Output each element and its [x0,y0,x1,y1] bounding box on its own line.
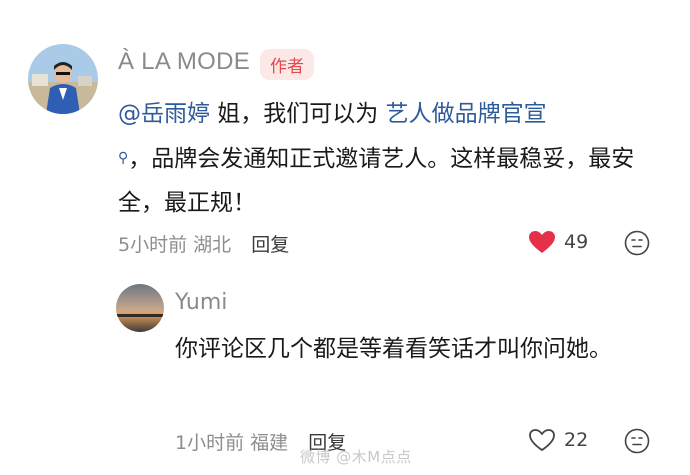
reply-text: 你评论区几个都是等着看笑话才叫你问她。 [175,336,612,362]
comment-text: @岳雨婷 姐，我们可以为 艺人做品牌官宣 ⚲，品牌会发通知正式邀请艺人。这样最稳妥… [118,92,658,225]
topic-link[interactable]: 艺人做品牌官宣 [386,101,547,127]
watermark: 微博 @木M点点 [300,448,412,466]
comment-text-part: ，品牌会发通知正式邀请艺人。这样最稳妥，最安全，最正规！ [118,146,635,216]
comment-text-part: 姐，我们可以为 [210,101,386,127]
heart-filled-icon [529,231,555,253]
heart-outline-icon [529,429,555,452]
comment-location: 湖北 [193,234,232,256]
comment-username[interactable]: À LA MODE [118,48,250,76]
reply-location: 福建 [250,432,289,454]
reply-button[interactable]: 回复 [251,234,289,256]
reply-avatar[interactable] [116,284,164,332]
emoji-icon[interactable] [624,230,650,256]
avatar[interactable] [28,44,98,114]
reply-username[interactable]: Yumi [175,290,227,315]
reply-like-count: 22 [564,429,589,451]
comment-meta: 5小时前 湖北 回复 [118,230,289,257]
search-icon[interactable]: ⚲ [118,150,128,166]
mention-link[interactable]: @岳雨婷 [118,101,210,127]
reply-like-button[interactable]: 22 [528,428,588,452]
reply-time: 1小时前 [175,432,245,454]
like-count: 49 [564,231,589,253]
author-badge: 作者 [260,49,314,80]
like-button[interactable]: 49 [528,230,588,254]
comment-time: 5小时前 [118,234,188,256]
reply-emoji-icon[interactable] [624,428,650,454]
